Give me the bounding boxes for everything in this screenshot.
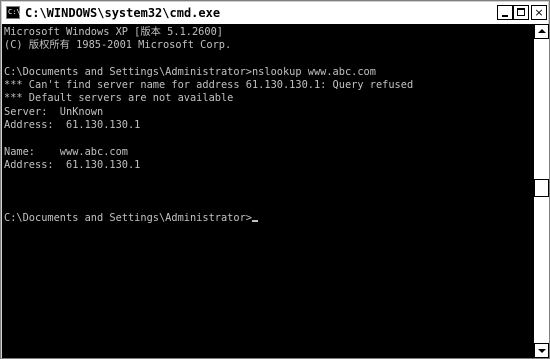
minimize-icon <box>502 15 508 17</box>
console-icon[interactable]: C:\ <box>6 6 21 19</box>
arrow-up-icon <box>538 29 546 33</box>
title-bar[interactable]: C:\ C:\WINDOWS\system32\cmd.exe × <box>2 2 548 24</box>
console-lines: Microsoft Windows XP [版本 5.1.2600] (C) 版… <box>4 26 413 225</box>
scroll-up-button[interactable] <box>534 24 549 39</box>
close-icon: × <box>534 6 544 19</box>
console-prompt-line[interactable]: C:\Documents and Settings\Administrator> <box>4 212 413 225</box>
console-line: *** Can't find server name for address 6… <box>4 79 414 92</box>
minimize-button[interactable] <box>497 5 513 20</box>
console-line: C:\Documents and Settings\Administrator>… <box>4 65 376 78</box>
console-line: Address: 61.130.130.1 <box>4 158 141 171</box>
scrollbar-track[interactable] <box>534 39 549 343</box>
console-line: (C) 版权所有 1985-2001 Microsoft Corp. <box>4 39 232 52</box>
scroll-down-button[interactable] <box>534 343 549 358</box>
console-prompt: C:\Documents and Settings\Administrator> <box>4 212 252 225</box>
console-line: Address: 61.130.130.1 <box>4 119 141 132</box>
arrow-down-icon <box>538 349 546 353</box>
console-line: Name: www.abc.com <box>4 145 128 158</box>
console-icon-label: C:\ <box>8 8 21 16</box>
cmd-window: C:\ C:\WINDOWS\system32\cmd.exe × Micros… <box>0 0 550 359</box>
console-line: Server: UnKnown <box>4 105 104 118</box>
console-output[interactable]: Microsoft Windows XP [版本 5.1.2600] (C) 版… <box>2 24 534 358</box>
maximize-button[interactable] <box>513 5 529 20</box>
text-cursor <box>251 220 258 223</box>
vertical-scrollbar[interactable] <box>534 24 549 358</box>
console-line: Microsoft Windows XP [版本 5.1.2600] <box>4 26 223 38</box>
window-title: C:\WINDOWS\system32\cmd.exe <box>25 6 221 20</box>
close-button[interactable]: × <box>531 5 547 20</box>
maximize-icon <box>517 8 525 16</box>
console-line: *** Default servers are not available <box>4 92 234 105</box>
scrollbar-thumb[interactable] <box>534 179 549 197</box>
